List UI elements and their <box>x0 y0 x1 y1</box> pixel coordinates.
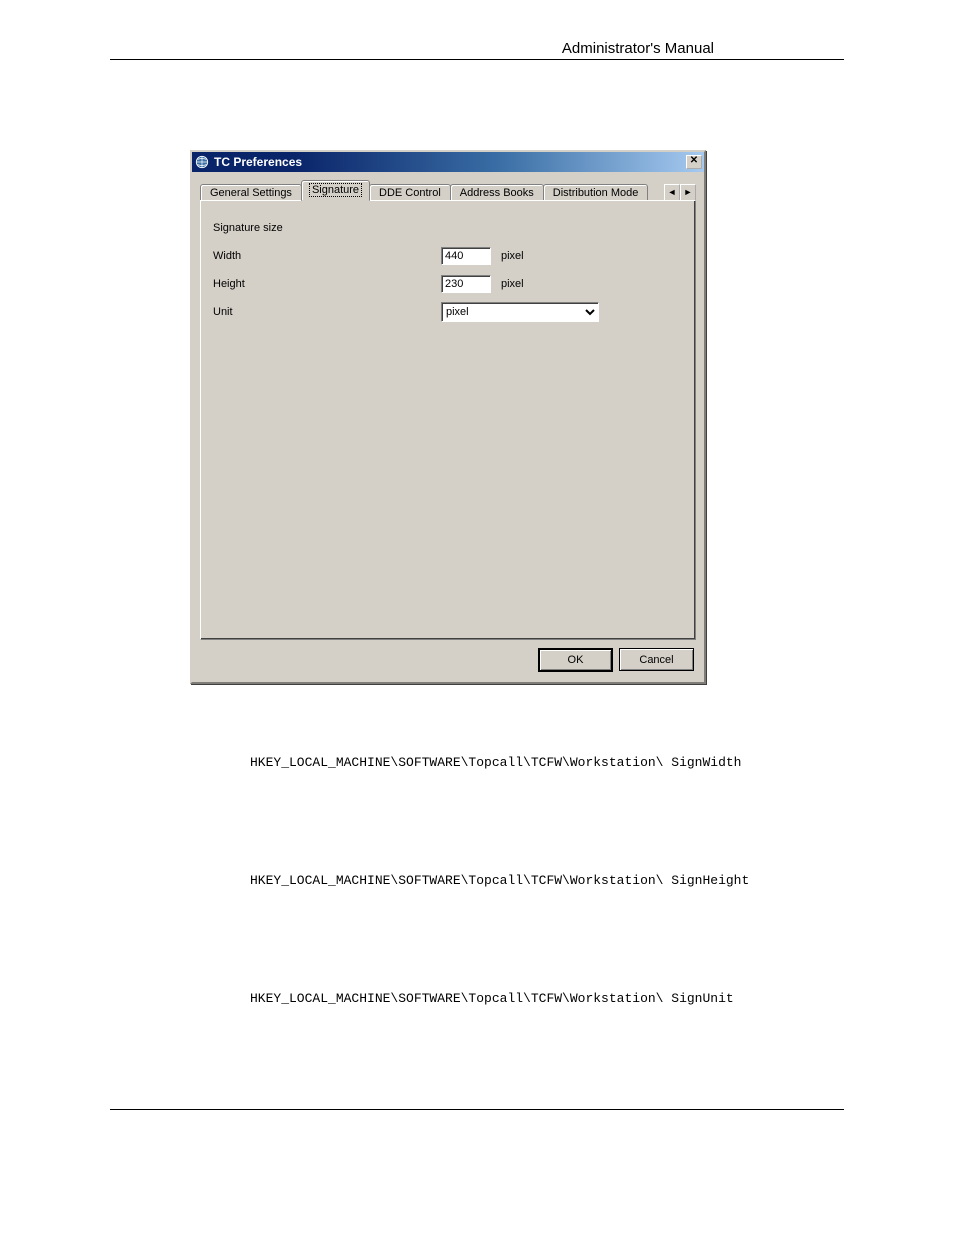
page-footer-rule <box>110 1109 844 1110</box>
app-icon <box>194 154 210 170</box>
chevron-left-icon: ◄ <box>668 187 677 197</box>
tab-strip: General Settings Signature DDE Control A… <box>200 180 696 201</box>
chevron-right-icon: ► <box>684 187 693 197</box>
section-label-signature-size: Signature size <box>213 222 441 234</box>
label-height: Height <box>213 278 441 290</box>
registry-key-signunit: HKEY_LOCAL_MACHINE\SOFTWARE\Topcall\TCFW… <box>250 990 844 1008</box>
width-unit-suffix: pixel <box>501 250 524 262</box>
header-title: Administrator's Manual <box>562 40 714 57</box>
tab-panel-signature: Signature size Width pixel Height pixel … <box>200 200 696 640</box>
registry-keys-block: HKEY_LOCAL_MACHINE\SOFTWARE\Topcall\TCFW… <box>250 754 844 1009</box>
registry-key-signwidth: HKEY_LOCAL_MACHINE\SOFTWARE\Topcall\TCFW… <box>250 754 844 772</box>
height-input[interactable] <box>441 275 491 293</box>
tab-signature[interactable]: Signature <box>301 180 370 201</box>
height-unit-suffix: pixel <box>501 278 524 290</box>
tab-scroll-right[interactable]: ► <box>680 184 696 201</box>
width-input[interactable] <box>441 247 491 265</box>
label-unit: Unit <box>213 306 441 318</box>
titlebar[interactable]: TC Preferences ✕ <box>192 152 704 172</box>
label-width: Width <box>213 250 441 262</box>
close-button[interactable]: ✕ <box>686 155 702 169</box>
tab-scroll-left[interactable]: ◄ <box>664 184 680 201</box>
page-header: Administrator's Manual <box>110 40 844 60</box>
ok-button[interactable]: OK <box>538 648 613 672</box>
registry-key-signheight: HKEY_LOCAL_MACHINE\SOFTWARE\Topcall\TCFW… <box>250 872 844 890</box>
unit-select[interactable]: pixel <box>441 302 599 322</box>
dialog-title: TC Preferences <box>214 155 686 169</box>
close-icon: ✕ <box>690 155 698 166</box>
preferences-dialog: TC Preferences ✕ General Settings Signat… <box>190 150 706 684</box>
cancel-button[interactable]: Cancel <box>619 648 694 671</box>
